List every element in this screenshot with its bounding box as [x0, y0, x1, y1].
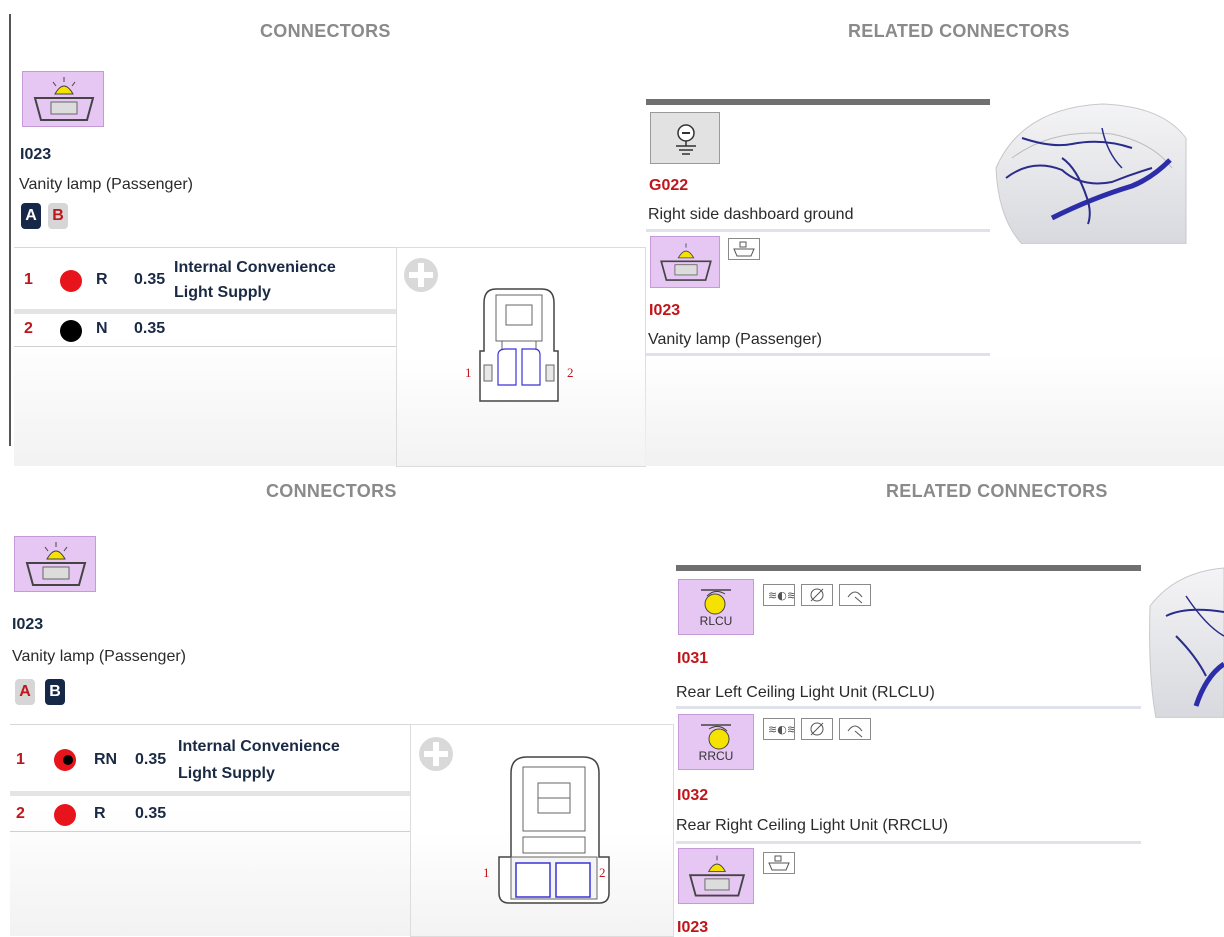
related-item-separator	[646, 229, 990, 232]
related-item-separator	[676, 706, 1141, 709]
vanity-mirror-small-icon[interactable]	[763, 852, 795, 874]
pin-function-line1: Internal Convenience	[174, 259, 336, 276]
connector-face-diagram	[479, 288, 559, 402]
related-name-i031: Rear Left Ceiling Light Unit (RLCLU)	[676, 684, 935, 701]
ceiling-light-icon[interactable]: RLCU	[678, 579, 754, 635]
pin-number: 1	[16, 751, 25, 768]
related-code-g022[interactable]: G022	[649, 177, 688, 195]
pin-function-line2: Light Supply	[174, 284, 271, 301]
related-code-i032[interactable]: I032	[677, 787, 708, 805]
related-name-i023: Vanity lamp (Passenger)	[648, 331, 822, 348]
vanity-lamp-icon[interactable]	[678, 848, 754, 904]
icon-abbreviation: RRCU	[698, 749, 734, 763]
connector-diagram-panel: 1 2	[410, 724, 674, 937]
connectors-heading: CONNECTORS	[266, 481, 397, 501]
wire-size: 0.35	[134, 320, 166, 337]
pin-table: 1 R 0.35 Internal Convenience Light Supp…	[14, 247, 396, 466]
connectors-heading: CONNECTORS	[260, 21, 391, 41]
wire-color-code: R	[94, 805, 106, 822]
svg-text:≋◐≋: ≋◐≋	[768, 589, 794, 602]
interior-light-icon[interactable]	[839, 584, 871, 606]
related-code-i023[interactable]: I023	[677, 919, 708, 937]
related-name-g022: Right side dashboard ground	[648, 206, 854, 223]
wire-size: 0.35	[134, 271, 166, 288]
related-code-i031[interactable]: I031	[677, 650, 708, 668]
vanity-mirror-small-icon[interactable]	[728, 238, 760, 260]
wire-color-dot	[60, 320, 82, 342]
zoom-in-icon[interactable]	[419, 737, 453, 771]
pin-number: 2	[16, 805, 25, 822]
headlamp-icon[interactable]: ≋◐≋	[763, 718, 796, 740]
icon-abbreviation: RLCU	[699, 614, 733, 628]
diagram-pin-2-label: 2	[599, 865, 606, 880]
vanity-lamp-icon[interactable]	[14, 536, 96, 592]
diagram-pin-2-label: 2	[567, 365, 574, 380]
wire-color-dot	[60, 270, 82, 292]
ceiling-light-icon[interactable]: RRCU	[678, 714, 754, 770]
variant-b-tab[interactable]: B	[48, 203, 68, 229]
pin-number: 1	[24, 271, 33, 288]
zoom-in-icon[interactable]	[404, 258, 438, 292]
wire-size: 0.35	[135, 805, 167, 822]
related-list-header-bar	[646, 99, 990, 105]
row-separator	[14, 346, 396, 347]
related-connectors-heading: RELATED CONNECTORS	[886, 481, 1108, 501]
vehicle-harness-thumbnail[interactable]	[992, 98, 1188, 244]
pin-row-1[interactable]: 1 RN 0.35 Internal Convenience Light Sup…	[10, 725, 410, 791]
lamp-switch-icon[interactable]	[801, 718, 833, 740]
row-separator	[10, 831, 410, 832]
wire-color-code: RN	[94, 751, 118, 768]
vehicle-harness-thumbnail[interactable]	[1146, 566, 1224, 718]
vanity-lamp-icon[interactable]	[22, 71, 104, 127]
pin-row-2[interactable]: 2 R 0.35	[10, 796, 410, 830]
pin-function-line2: Light Supply	[178, 765, 275, 782]
connector-code: I023	[12, 616, 44, 633]
pin-number: 2	[24, 320, 33, 337]
svg-text:≋◐≋: ≋◐≋	[768, 723, 794, 736]
wire-color-dot	[54, 804, 76, 826]
pin-row-2[interactable]: 2 N 0.35	[14, 314, 396, 346]
diagram-pin-1-label: 1	[483, 865, 490, 880]
related-code-i023[interactable]: I023	[649, 302, 680, 320]
left-edge-bar	[9, 14, 11, 446]
diagram-pin-1-label: 1	[465, 365, 472, 380]
variant-b-tab[interactable]: B	[45, 679, 65, 705]
connector-face-diagram	[498, 756, 610, 904]
wire-color-code: R	[96, 271, 108, 288]
wire-color-code: N	[96, 320, 108, 337]
related-panel-background	[645, 356, 1224, 466]
connector-code: I023	[20, 146, 52, 163]
connector-name: Vanity lamp (Passenger)	[12, 648, 186, 665]
related-item-separator	[646, 353, 990, 356]
interior-light-icon[interactable]	[839, 718, 871, 740]
pin-row-1[interactable]: 1 R 0.35 Internal Convenience Light Supp…	[14, 248, 396, 310]
related-item-separator	[676, 841, 1141, 844]
variant-a-tab[interactable]: A	[15, 679, 35, 705]
vanity-lamp-icon[interactable]	[650, 236, 720, 288]
variant-a-tab[interactable]: A	[21, 203, 41, 229]
ground-icon[interactable]	[650, 112, 720, 164]
related-connectors-heading: RELATED CONNECTORS	[848, 21, 1070, 41]
lamp-switch-icon[interactable]	[801, 584, 833, 606]
connector-diagram-panel: 1 2	[396, 247, 646, 467]
connector-name: Vanity lamp (Passenger)	[19, 176, 193, 193]
related-name-i032: Rear Right Ceiling Light Unit (RRCLU)	[676, 817, 949, 834]
related-list-header-bar	[676, 565, 1141, 571]
pin-table: 1 RN 0.35 Internal Convenience Light Sup…	[10, 724, 410, 936]
wire-size: 0.35	[135, 751, 167, 768]
pin-function-line1: Internal Convenience	[178, 738, 340, 755]
headlamp-icon[interactable]: ≋◐≋	[763, 584, 796, 606]
wire-stripe-dot	[63, 755, 73, 765]
